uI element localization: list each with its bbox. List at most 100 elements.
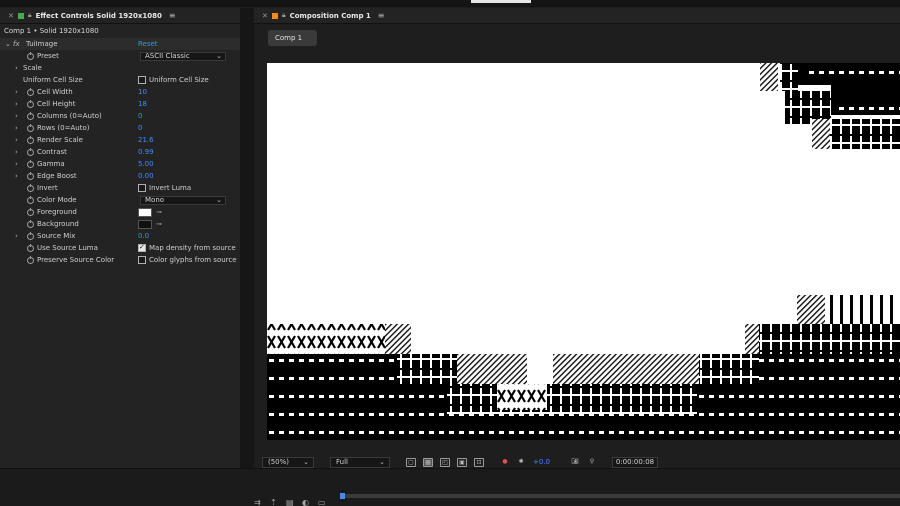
close-icon[interactable]: ✕ (8, 12, 14, 20)
effect-panel-icon (17, 12, 24, 19)
twirl-closed-icon[interactable]: › (15, 232, 18, 240)
cell-width-value[interactable]: 10 (138, 88, 147, 96)
stopwatch-icon[interactable] (27, 207, 34, 216)
twirl-open-icon[interactable]: ⌄ (5, 40, 11, 48)
stopwatch-icon[interactable] (27, 111, 34, 120)
chevron-down-icon: ⌄ (379, 458, 385, 466)
stopwatch-icon[interactable] (27, 159, 34, 168)
fx-icon[interactable]: fx (13, 40, 20, 48)
prop-label: Background (37, 220, 79, 228)
twirl-closed-icon[interactable]: › (15, 172, 18, 180)
timecode-field[interactable]: 0:00:00:08 (612, 457, 658, 468)
stopwatch-icon[interactable] (27, 171, 34, 180)
timeline-tool-icon[interactable]: ◐ (302, 498, 309, 506)
stopwatch-icon[interactable] (27, 99, 34, 108)
effect-row-tuiimage[interactable]: ⌄ fx TuiImage Reset (0, 38, 240, 50)
stopwatch-icon[interactable] (27, 51, 34, 60)
eyedropper-icon[interactable]: ⊸ (156, 208, 162, 216)
uniform-cell-size-checkbox[interactable] (138, 76, 146, 84)
checkbox-label: Invert Luma (149, 184, 192, 192)
eyedropper-icon[interactable]: ⊸ (156, 220, 162, 228)
prop-label: Contrast (37, 148, 67, 156)
twirl-closed-icon[interactable]: › (15, 124, 18, 132)
reset-link[interactable]: Reset (138, 40, 158, 48)
timeline-tool-icon[interactable]: ⇡ (270, 498, 277, 506)
rows-value[interactable]: 0 (138, 124, 142, 132)
timeline-tool-icon[interactable]: ▭ (318, 498, 326, 506)
time-ruler[interactable] (340, 494, 900, 498)
composition-viewer[interactable] (267, 63, 900, 440)
color-glyphs-checkbox[interactable] (138, 256, 146, 264)
stopwatch-icon[interactable] (27, 135, 34, 144)
tab-comp-1[interactable]: Comp 1 (268, 30, 317, 46)
guides-icon[interactable]: ⊡ (474, 458, 484, 467)
region-icon[interactable]: ▢ (406, 458, 416, 467)
preset-dropdown[interactable]: ASCII Classic ⌄ (140, 51, 226, 61)
twirl-closed-icon[interactable]: › (15, 100, 18, 108)
prop-label: Columns (0=Auto) (37, 112, 102, 120)
prop-foreground: Foreground ⊸ (0, 206, 240, 218)
twirl-closed-icon[interactable]: › (15, 160, 18, 168)
stopwatch-icon[interactable] (27, 255, 34, 264)
stopwatch-icon[interactable] (27, 123, 34, 132)
prop-color-mode: Color Mode Mono ⌄ (0, 194, 240, 206)
close-icon[interactable]: ✕ (262, 12, 268, 20)
menu-icon[interactable]: ≡ (378, 11, 385, 20)
camera-icon[interactable]: 📷︎ (570, 458, 580, 467)
playhead[interactable] (340, 493, 345, 499)
lock-icon[interactable]: 🔒︎ (282, 11, 286, 20)
twirl-closed-icon[interactable]: › (15, 88, 18, 96)
stopwatch-icon[interactable] (27, 183, 34, 192)
prop-label: Source Mix (37, 232, 76, 240)
stopwatch-icon[interactable] (27, 231, 34, 240)
prop-label: Gamma (37, 160, 65, 168)
timeline-tool-icon[interactable]: ▤ (286, 498, 294, 506)
effect-controls-panel: Comp 1 • Solid 1920x1080 ⌄ fx TuiImage R… (0, 24, 240, 468)
stopwatch-icon[interactable] (27, 147, 34, 156)
exposure-icon[interactable]: ✺ (516, 458, 526, 467)
stopwatch-icon[interactable] (27, 243, 34, 252)
stopwatch-icon[interactable] (27, 87, 34, 96)
prop-background: Background ⊸ (0, 218, 240, 230)
prop-label: Uniform Cell Size (23, 76, 83, 84)
prop-label: Scale (23, 64, 42, 72)
resolution-dropdown[interactable]: Full ⌄ (330, 457, 390, 468)
map-density-checkbox[interactable] (138, 243, 146, 252)
background-color-swatch[interactable] (138, 219, 152, 229)
columns-value[interactable]: 0 (138, 112, 142, 120)
zoom-dropdown[interactable]: (50%) ⌄ (262, 457, 314, 468)
render-scale-value[interactable]: 21.6 (138, 136, 154, 144)
prop-label: Invert (37, 184, 58, 192)
prop-use-source-luma: Use Source Luma Map density from source (0, 242, 240, 254)
ascii-render-image (267, 63, 900, 440)
foreground-color-swatch[interactable] (138, 207, 152, 217)
panel-splitter[interactable] (240, 8, 254, 468)
timeline-tool-icon[interactable]: ⇉ (254, 498, 261, 506)
color-mode-dropdown[interactable]: Mono ⌄ (140, 195, 226, 205)
mask-icon[interactable]: ◰ (440, 458, 450, 467)
source-mix-value[interactable]: 0.0 (138, 232, 149, 240)
lock-icon[interactable]: 🔒︎ (28, 11, 32, 20)
link-icon[interactable]: ⚲ (587, 458, 597, 467)
twirl-closed-icon[interactable]: › (15, 148, 18, 156)
cell-height-value[interactable]: 18 (138, 100, 147, 108)
effect-controls-header: ✕ 🔒︎ Effect Controls Solid 1920x1080 ≡ (0, 8, 240, 24)
channel-icon[interactable]: ▣ (457, 458, 467, 467)
edge-boost-value[interactable]: 0.00 (138, 172, 154, 180)
invert-luma-checkbox[interactable] (138, 184, 146, 192)
contrast-value[interactable]: 0.99 (138, 148, 154, 156)
exposure-value[interactable]: +0.0 (533, 458, 550, 466)
gamma-value[interactable]: 5.00 (138, 160, 154, 168)
transparency-grid-icon[interactable]: ▦ (423, 458, 433, 467)
twirl-closed-icon[interactable]: › (15, 64, 18, 72)
menu-icon[interactable]: ≡ (169, 11, 176, 20)
stopwatch-icon[interactable] (27, 219, 34, 228)
top-tab-indicator[interactable] (471, 0, 531, 3)
prop-scale[interactable]: › Scale (0, 62, 240, 74)
color-icon[interactable]: ● (500, 458, 510, 467)
resolution-value: Full (336, 458, 348, 466)
twirl-closed-icon[interactable]: › (15, 136, 18, 144)
stopwatch-icon[interactable] (27, 195, 34, 204)
comp-panel-title: Composition Comp 1 (289, 11, 371, 20)
twirl-closed-icon[interactable]: › (15, 112, 18, 120)
